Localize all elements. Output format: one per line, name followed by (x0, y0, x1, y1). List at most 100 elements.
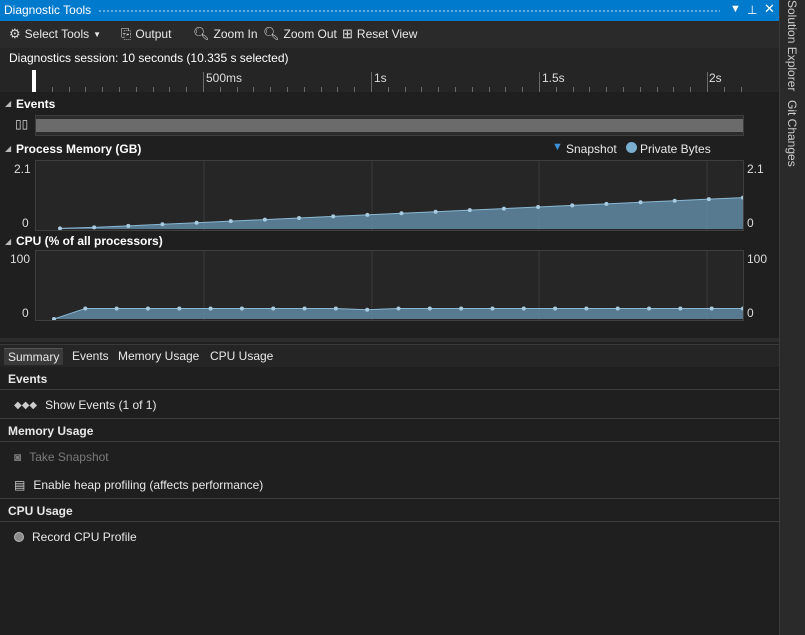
ruler-tick (723, 87, 725, 92)
collapse-triangle-icon[interactable]: ◢ (5, 99, 11, 108)
cpu-point (52, 317, 56, 320)
tab-memory-usage[interactable]: Memory Usage (114, 348, 203, 364)
ruler-tick (572, 87, 574, 92)
memory-y-max-left: 2.1 (14, 162, 31, 176)
ruler-tick (404, 87, 406, 92)
snapshot-legend-label: Snapshot (566, 142, 617, 156)
reset-view-button[interactable]: ⊞ Reset View (342, 26, 417, 42)
timeline-cursor[interactable] (32, 70, 36, 92)
camera-icon: ◙ (14, 450, 22, 464)
select-tools-button[interactable]: ⚙ Select Tools ▼ (9, 26, 101, 42)
session-info: Diagnostics session: 10 seconds (10.335 … (0, 48, 779, 68)
divider (0, 498, 779, 499)
ruler-label: 1s (374, 71, 387, 85)
timeline-ruler[interactable]: 500ms 1s 1.5s 2s (0, 68, 779, 92)
zoom-out-button[interactable]: 🔍︎ Zoom Out (263, 26, 337, 42)
ruler-tick (505, 87, 507, 92)
memory-point (638, 200, 643, 205)
ruler-tick (320, 87, 322, 92)
output-label: Output (135, 27, 172, 41)
memory-point (536, 205, 541, 209)
memory-point (160, 222, 165, 227)
show-events-link[interactable]: ◆◆◆ Show Events (1 of 1) (14, 398, 156, 412)
cpu-y-max-left: 100 (10, 252, 31, 266)
record-icon (14, 532, 24, 542)
memory-point (126, 223, 131, 228)
memory-point (297, 216, 302, 220)
ruler-tick (152, 87, 154, 92)
cpu-point (615, 306, 620, 311)
cpu-point (177, 306, 182, 311)
ruler-tick (337, 87, 339, 92)
ruler-tick (488, 87, 490, 92)
ruler-tick (236, 87, 238, 92)
dropdown-icon[interactable]: ▼ (730, 3, 741, 15)
close-icon[interactable]: ✕ (764, 1, 775, 17)
ruler-tick (421, 87, 423, 92)
ruler-tick (589, 87, 591, 92)
tab-summary[interactable]: Summary (4, 348, 64, 365)
take-snapshot-button[interactable]: ◙ Take Snapshot (14, 450, 109, 464)
cpu-point (553, 306, 558, 311)
ruler-tick (673, 87, 675, 92)
memory-point (365, 212, 370, 217)
memory-point (399, 211, 404, 216)
tab-solution-explorer[interactable]: Solution Explorer (785, 0, 799, 91)
cpu-point (114, 306, 119, 311)
tab-git-changes[interactable]: Git Changes (785, 100, 799, 167)
cpu-point (271, 306, 276, 311)
memory-point (706, 197, 711, 202)
events-track[interactable] (35, 115, 744, 136)
divider (0, 389, 779, 390)
memory-point (604, 201, 609, 206)
memory-section-title: Process Memory (GB) (16, 142, 142, 156)
memory-point (570, 203, 575, 208)
ruler-label: 500ms (206, 71, 243, 85)
drag-grip[interactable] (98, 9, 720, 14)
cpu-point (521, 306, 526, 311)
ruler-tick (455, 87, 456, 92)
toolbar: ⚙ Select Tools ▼ ⎘ Output 🔍︎ Zoom In 🔍︎ … (0, 21, 779, 48)
ruler-tick (119, 87, 120, 92)
memory-chart[interactable] (35, 160, 744, 231)
bottom-tabs: Summary Events Memory Usage CPU Usage (0, 344, 779, 367)
collapse-triangle-icon[interactable]: ◢ (5, 144, 11, 153)
side-tab-strip: Solution Explorer Git Changes (779, 0, 805, 635)
record-cpu-button[interactable]: Record CPU Profile (14, 530, 137, 544)
tab-events[interactable]: Events (68, 348, 113, 364)
cpu-chart[interactable] (35, 250, 744, 321)
chevron-down-icon: ▼ (93, 29, 102, 39)
cpu-point (647, 306, 652, 311)
memory-point (331, 214, 336, 219)
zoom-out-icon: 🔍︎ (263, 26, 280, 41)
zoom-in-button[interactable]: 🔍︎ Zoom In (193, 26, 258, 42)
ruler-tick (135, 87, 137, 92)
show-events-label: Show Events (1 of 1) (45, 398, 157, 412)
memory-point (228, 219, 233, 224)
cpu-point (490, 306, 495, 311)
reset-view-icon: ⊞ (342, 26, 353, 41)
output-button[interactable]: ⎘ Output (121, 26, 171, 42)
tab-cpu-usage[interactable]: CPU Usage (206, 348, 277, 364)
snapshot-legend-icon: ▼ (552, 141, 563, 153)
pause-icon[interactable]: ▯▯ (15, 117, 28, 131)
private-bytes-legend-icon (626, 142, 637, 153)
memory-point (672, 198, 677, 203)
splitter[interactable] (0, 338, 779, 342)
session-text: Diagnostics session: 10 seconds (10.335 … (9, 51, 289, 65)
ruler-tick (387, 87, 389, 92)
cpu-y-max-right: 100 (747, 252, 768, 266)
ruler-tick (287, 87, 288, 92)
zoom-out-label: Zoom Out (283, 27, 337, 41)
collapse-triangle-icon[interactable]: ◢ (5, 237, 11, 246)
events-section-title: Events (16, 97, 56, 111)
memory-point (92, 225, 97, 230)
ruler-tick (656, 87, 658, 92)
ruler-tick (371, 72, 372, 92)
ruler-tick (102, 87, 104, 92)
heap-profiling-checkbox[interactable]: ▤ Enable heap profiling (affects perform… (14, 478, 263, 492)
cpu-point (145, 306, 150, 311)
ruler-tick (85, 87, 87, 92)
pin-icon[interactable]: ⊥ (747, 3, 757, 17)
memory-point (194, 220, 199, 225)
